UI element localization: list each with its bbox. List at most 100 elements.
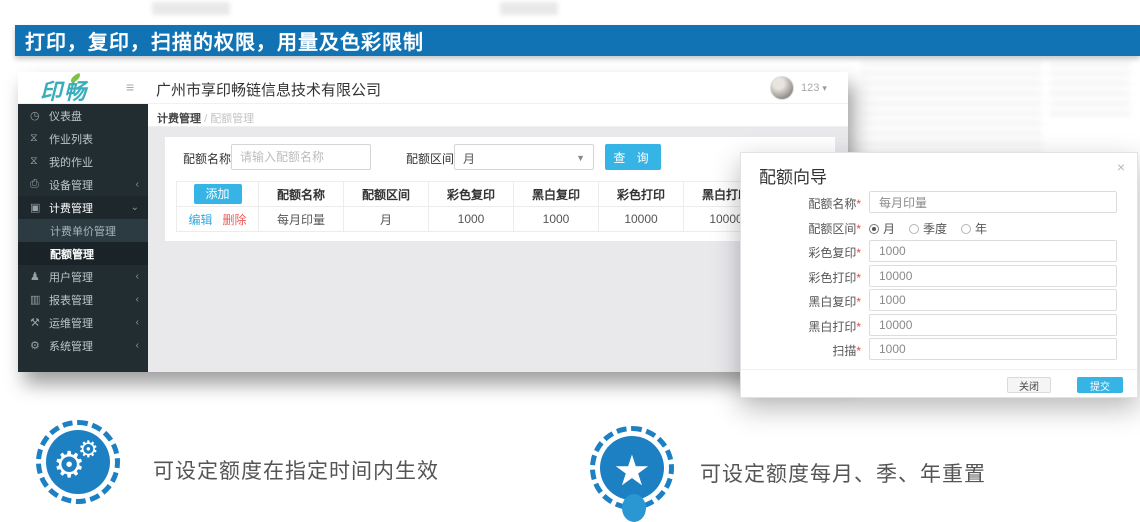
sidebar-item-billing-price[interactable]: 计费单价管理 — [18, 219, 148, 242]
modal-submit-button[interactable]: 提交 — [1077, 377, 1123, 393]
faint-artifact — [862, 62, 1042, 162]
required-mark: * — [856, 295, 861, 309]
breadcrumb-current: 配额管理 — [210, 113, 254, 125]
user-avatar[interactable] — [770, 76, 794, 100]
app-window: 印畅 ≡ 广州市享印畅链信息技术有限公司 123▾ ◷ 仪表盘 ⧖ 作业列表 ⧖… — [18, 72, 848, 372]
color-copy-field[interactable] — [869, 240, 1117, 262]
radio-unchecked-icon — [961, 224, 971, 234]
bw-print-field[interactable] — [869, 314, 1117, 336]
field-label: 彩色复印 — [808, 246, 856, 260]
field-quota-range: 配额区间* 月 季度 年 — [741, 216, 1137, 238]
sidebar-item-users[interactable]: ♟ 用户管理 ‹ — [18, 265, 148, 288]
sidebar-item-system[interactable]: ⚙ 系统管理 ‹ — [18, 334, 148, 357]
printer-icon: ⎙ — [30, 178, 49, 191]
sidebar-item-label: 运维管理 — [49, 315, 93, 331]
feature-text-reset: 可设定额度每月、季、年重置 — [700, 458, 986, 488]
field-bw-print: 黑白打印* — [741, 314, 1137, 336]
sidebar-item-devices[interactable]: ⎙ 设备管理 ‹ — [18, 173, 148, 196]
modal-footer-divider — [741, 369, 1137, 370]
field-bw-copy: 黑白复印* — [741, 289, 1137, 311]
hamburger-menu-icon[interactable]: ≡ — [126, 79, 134, 95]
breadcrumb-section[interactable]: 计费管理 — [157, 113, 201, 125]
field-label: 配额区间 — [808, 222, 856, 236]
faint-artifact — [500, 2, 558, 15]
modal-close-button[interactable]: 关闭 — [1007, 377, 1051, 393]
bw-copy-field[interactable] — [869, 289, 1117, 311]
cell-quota-range: 月 — [344, 207, 429, 232]
required-mark: * — [856, 222, 861, 236]
sidebar-item-label: 配额管理 — [50, 246, 94, 262]
hourglass-icon: ⧖ — [30, 132, 49, 145]
gears-icon: ⚙ ⚙ — [46, 430, 110, 494]
sidebar-item-ops[interactable]: ⚒ 运维管理 ‹ — [18, 311, 148, 334]
quota-name-field[interactable] — [869, 191, 1117, 213]
company-title: 广州市享印畅链信息技术有限公司 — [156, 79, 381, 100]
table-row: 编辑删除 每月印量 月 1000 1000 10000 10000 — [177, 207, 835, 232]
sidebar-item-quota[interactable]: 配额管理 — [18, 242, 148, 265]
banner-title: 打印，复印，扫描的权限，用量及色彩限制 — [25, 26, 424, 55]
cutoff-icon-sliver — [622, 494, 646, 522]
radio-quarter[interactable]: 季度 — [909, 220, 947, 237]
sidebar-item-reports[interactable]: ▥ 报表管理 ‹ — [18, 288, 148, 311]
query-button[interactable]: 查 询 — [605, 144, 661, 170]
required-mark: * — [856, 344, 861, 358]
sidebar-item-billing[interactable]: ▣ 计费管理 ⌄ — [18, 196, 148, 219]
radio-label: 月 — [883, 220, 895, 237]
modal-title: 配额向导 — [759, 163, 827, 188]
sidebar-item-dashboard[interactable]: ◷ 仪表盘 — [18, 104, 148, 127]
chevron-left-icon: ‹ — [136, 340, 139, 351]
add-button[interactable]: 添加 — [194, 184, 242, 204]
sidebar-item-label: 计费管理 — [49, 200, 93, 216]
delete-link[interactable]: 删除 — [223, 213, 247, 227]
page: 打印，复印，扫描的权限，用量及色彩限制 印畅 ≡ 广州市享印畅链信息技术有限公司… — [0, 0, 1140, 522]
sidebar-item-job-list[interactable]: ⧖ 作业列表 — [18, 127, 148, 150]
billing-card-icon: ▣ — [30, 201, 49, 214]
report-chart-icon: ▥ — [30, 293, 49, 306]
sidebar-item-my-jobs[interactable]: ⧖ 我的作业 — [18, 150, 148, 173]
field-label: 黑白复印 — [808, 295, 856, 309]
quota-range-radio-group: 月 季度 年 — [869, 220, 987, 237]
brand-logo: 印畅 — [40, 74, 88, 106]
scan-field[interactable] — [869, 338, 1117, 360]
feature-ring: ⚙ ⚙ — [36, 420, 120, 504]
cell-bw-copy: 1000 — [514, 207, 599, 232]
required-mark: * — [856, 271, 861, 285]
quota-panel: 配额名称 配额区间 月 ▼ 查 询 添加 配额名称 配额区间 彩色复印 黑白复印 — [165, 137, 835, 241]
sidebar-item-label: 作业列表 — [49, 131, 93, 147]
sidebar-item-label: 计费单价管理 — [50, 223, 116, 239]
radio-checked-icon — [869, 224, 879, 234]
field-color-print: 彩色打印* — [741, 265, 1137, 287]
radio-year[interactable]: 年 — [961, 220, 987, 237]
system-gear-icon: ⚙ — [30, 339, 49, 352]
cell-color-print: 10000 — [599, 207, 684, 232]
brand-logo-text: 印畅 — [40, 79, 88, 104]
col-header-quota-name: 配额名称 — [259, 182, 344, 207]
user-menu[interactable]: 123▾ — [801, 82, 827, 94]
col-header-color-print: 彩色打印 — [599, 182, 684, 207]
field-label: 黑白打印 — [808, 320, 856, 334]
username: 123 — [801, 82, 819, 94]
radio-month[interactable]: 月 — [869, 220, 895, 237]
quota-range-select[interactable]: 月 ▼ — [454, 144, 594, 170]
faint-artifact — [1050, 62, 1130, 122]
app-header: 印畅 ≡ 广州市享印畅链信息技术有限公司 123▾ — [18, 72, 848, 104]
radio-unchecked-icon — [909, 224, 919, 234]
sidebar-item-label: 仪表盘 — [49, 108, 82, 124]
sidebar-item-label: 设备管理 — [49, 177, 93, 193]
chevron-down-icon: ⌄ — [131, 202, 139, 213]
edit-link[interactable]: 编辑 — [188, 213, 212, 227]
color-print-field[interactable] — [869, 265, 1117, 287]
close-icon[interactable]: × — [1117, 159, 1125, 175]
gear-glyph: ⚙ — [78, 438, 99, 461]
cell-color-copy: 1000 — [429, 207, 514, 232]
cell-quota-name: 每月印量 — [259, 207, 344, 232]
required-mark: * — [856, 197, 861, 211]
faint-artifact — [152, 2, 230, 15]
table-header-row: 添加 配额名称 配额区间 彩色复印 黑白复印 彩色打印 黑白打印 — [177, 182, 835, 207]
radio-label: 年 — [975, 220, 987, 237]
field-scan: 扫描* — [741, 338, 1137, 360]
required-mark: * — [856, 320, 861, 334]
breadcrumb-separator: / — [204, 113, 207, 125]
quota-name-input[interactable] — [231, 144, 371, 170]
chevron-left-icon: ‹ — [136, 294, 139, 305]
